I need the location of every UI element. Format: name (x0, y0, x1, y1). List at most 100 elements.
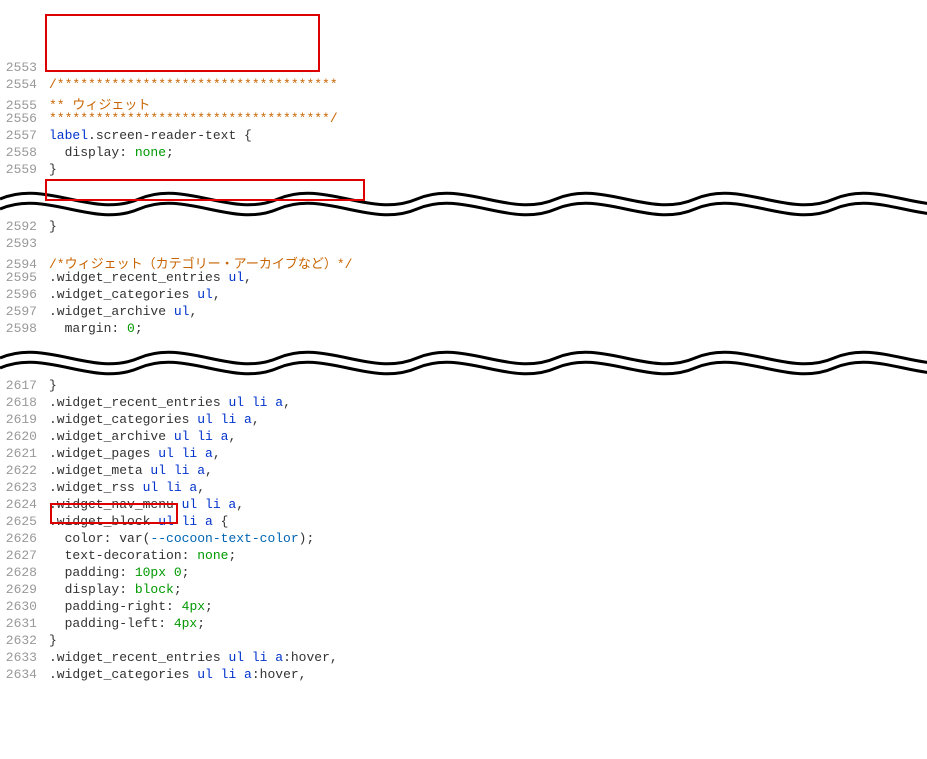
token: , (205, 463, 213, 478)
token: } (49, 633, 57, 648)
token: color (49, 531, 104, 546)
token: : (182, 548, 198, 563)
code-content: display: block; (49, 582, 182, 597)
token: ul li a (174, 497, 236, 512)
token: .widget_recent_entries (49, 270, 221, 285)
token: ul li a (150, 514, 212, 529)
token: : (104, 531, 120, 546)
token: : (158, 616, 174, 631)
code-line: 2557 label.screen-reader-text { (0, 128, 927, 145)
code-content: .widget_categories ul li a, (49, 412, 260, 427)
line-number: 2559 (5, 162, 37, 177)
token: .widget_block (49, 514, 150, 529)
code-content: label.screen-reader-text { (49, 128, 252, 143)
line-number: 2595 (5, 270, 37, 285)
code-content: /************************************ (49, 77, 338, 92)
line-number: 2627 (5, 548, 37, 563)
token: ; (135, 321, 143, 336)
token: ************************************/ (49, 111, 338, 126)
code-line: 2558 display: none; (0, 145, 927, 162)
line-number: 2553 (5, 60, 37, 75)
line-number: 2623 (5, 480, 37, 495)
token: 10px 0 (135, 565, 182, 580)
code-content: .widget_categories ul li a:hover, (49, 667, 306, 682)
token: .widget_categories (49, 287, 189, 302)
line-number: 2620 (5, 429, 37, 444)
line-number: 2557 (5, 128, 37, 143)
line-number: 2634 (5, 667, 37, 682)
token: .widget_categories (49, 667, 189, 682)
token: var( (119, 531, 150, 546)
token: , (213, 446, 221, 461)
code-line: 2622 .widget_meta ul li a, (0, 463, 927, 480)
token: label (49, 128, 88, 143)
code-line: 2619.widget_categories ul li a, (0, 412, 927, 429)
code-content: .widget_rss ul li a, (49, 480, 205, 495)
line-number: 2617 (5, 378, 37, 393)
token: padding (49, 565, 119, 580)
line-number: 2618 (5, 395, 37, 410)
line-number: 2624 (5, 497, 37, 512)
code-content: text-decoration: none; (49, 548, 236, 563)
token: ul li a (143, 463, 205, 478)
token: .widget_rss (49, 480, 135, 495)
token: ; (197, 616, 205, 631)
line-number: 2626 (5, 531, 37, 546)
code-content: color: var(--cocoon-text-color); (49, 531, 314, 546)
snip-divider (0, 338, 927, 378)
token: ul li a (135, 480, 197, 495)
code-line: 2594/*ウィジェット（カテゴリー・アーカイブなど）*/ (0, 253, 927, 270)
token: block (135, 582, 174, 597)
token: display (49, 582, 119, 597)
token: ; (166, 145, 174, 160)
code-content: .widget_archive ul, (49, 304, 197, 319)
code-line: 2620 .widget_archive ul li a, (0, 429, 927, 446)
token: { (213, 514, 229, 529)
line-number: 2631 (5, 616, 37, 631)
token: 0 (127, 321, 135, 336)
token: ul li a (221, 650, 283, 665)
token: .widget_archive (49, 429, 166, 444)
token: :hover (252, 667, 299, 682)
token: ul li a (189, 667, 251, 682)
token: padding-right (49, 599, 166, 614)
code-content: .widget_categories ul, (49, 287, 221, 302)
token: : (119, 145, 135, 160)
token: ; (174, 582, 182, 597)
token: text-decoration (49, 548, 182, 563)
token: ul li a (166, 429, 228, 444)
code-content: .widget_recent_entries ul li a, (49, 395, 291, 410)
line-number: 2592 (5, 219, 37, 234)
code-content: .widget_meta ul li a, (49, 463, 213, 478)
line-number: 2630 (5, 599, 37, 614)
token: 4px (182, 599, 205, 614)
code-content: } (49, 162, 57, 177)
code-content: ************************************/ (49, 111, 338, 126)
token: , (228, 429, 236, 444)
line-number: 2628 (5, 565, 37, 580)
token: .widget_recent_entries (49, 650, 221, 665)
code-line: 2559} (0, 162, 927, 179)
code-line: 2628 padding: 10px 0; (0, 565, 927, 582)
token: : (119, 565, 135, 580)
code-content: padding-left: 4px; (49, 616, 205, 631)
token: none (135, 145, 166, 160)
token: ; (306, 531, 314, 546)
line-number: 2597 (5, 304, 37, 319)
code-line: 2626 color: var(--cocoon-text-color); (0, 531, 927, 548)
code-content: .widget_block ul li a { (49, 514, 228, 529)
line-number: 2622 (5, 463, 37, 478)
token: , (197, 480, 205, 495)
code-line: 2554/***********************************… (0, 77, 927, 94)
token: : (119, 582, 135, 597)
token: , (236, 497, 244, 512)
token: } (49, 378, 57, 393)
token: ; (205, 599, 213, 614)
token: .widget_categories (49, 412, 189, 427)
line-number: 2632 (5, 633, 37, 648)
token: } (49, 162, 57, 177)
snip-divider (0, 179, 927, 219)
token: ; (228, 548, 236, 563)
token: .screen-reader-text (88, 128, 236, 143)
token: ul (189, 287, 212, 302)
